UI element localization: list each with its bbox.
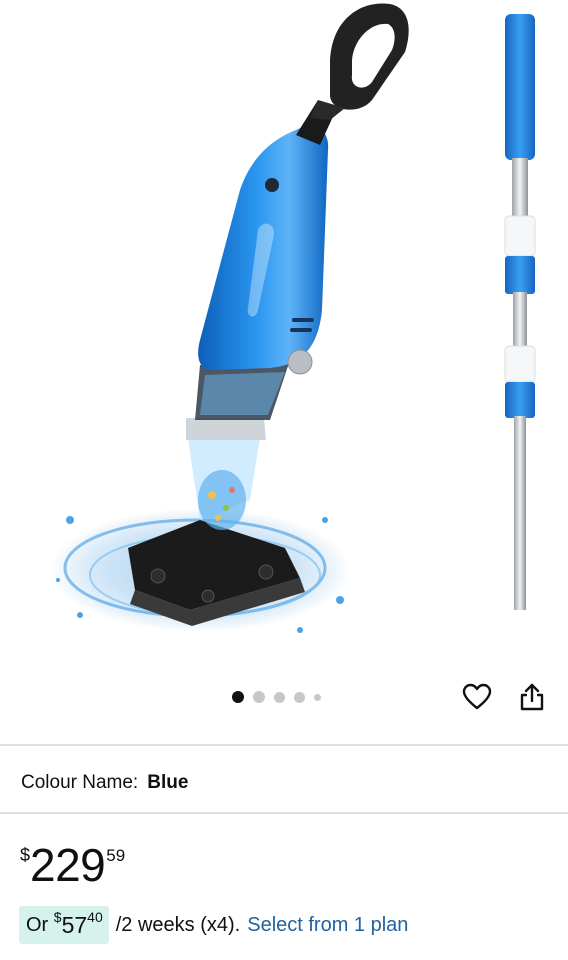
carousel-dot-4[interactable] [294, 691, 305, 703]
product-image[interactable] [0, 0, 568, 672]
installment-prefix: Or [26, 913, 49, 936]
variant-value: Blue [147, 772, 189, 793]
share-button[interactable] [512, 677, 552, 717]
product-image-gallery[interactable] [0, 0, 568, 672]
installment-amount-pill: Or $57 40 [19, 906, 109, 944]
installment-fraction: 40 [87, 909, 103, 925]
telescopic-pole [504, 14, 536, 610]
heart-outline-icon [462, 683, 492, 710]
debris-chamber [186, 360, 290, 530]
vacuum-handle [296, 3, 409, 145]
variant-label: Colour Name: [21, 772, 139, 793]
installment-whole: 57 [61, 911, 88, 938]
carousel-dot-3[interactable] [274, 691, 285, 703]
wishlist-button[interactable] [457, 677, 497, 717]
vacuum-body [198, 126, 329, 375]
price-currency-symbol: $ [20, 845, 31, 865]
price-whole: 229 [30, 839, 106, 891]
carousel-dot-2[interactable] [253, 691, 265, 703]
carousel-dot-5[interactable] [314, 693, 321, 701]
installment-currency-symbol: $ [53, 909, 62, 925]
price-fraction: 59 [106, 846, 126, 865]
carousel-dot-1[interactable] [232, 691, 244, 703]
image-carousel-dots[interactable] [232, 690, 321, 704]
share-icon [520, 683, 544, 711]
product-price: $ 229 59 [20, 842, 125, 888]
installment-term: /2 weeks (x4). [115, 913, 241, 936]
divider [0, 744, 568, 746]
colour-variant-row[interactable]: Colour Name: Blue [21, 770, 188, 796]
installment-offer: Or $57 40 /2 weeks (x4). Select from 1 pl… [19, 906, 408, 944]
select-plan-link[interactable]: Select from 1 plan [247, 914, 408, 937]
divider [0, 812, 568, 814]
